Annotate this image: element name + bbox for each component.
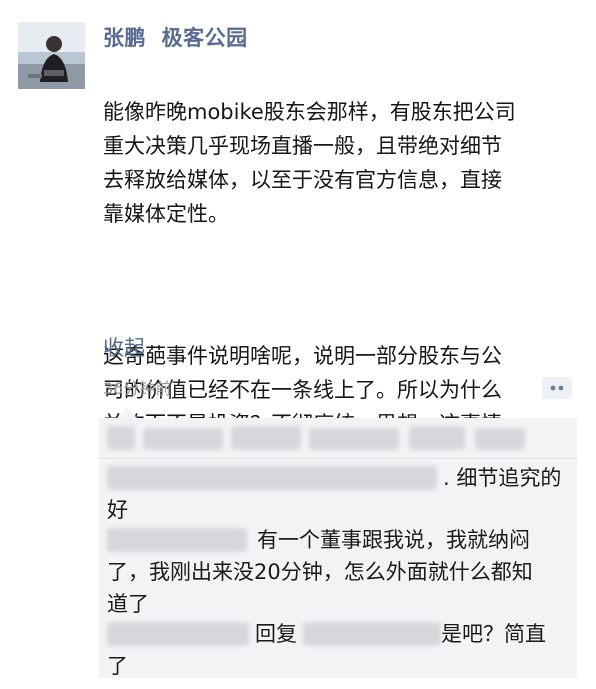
comment-section: . 细节追究的 好 有一个董事跟我说，我就纳闷 了，我刚出来没20分钟，怎么外面… — [99, 408, 577, 678]
comment-item[interactable]: 有一个董事跟我说，我就纳闷 了，我刚出来没20分钟，怎么外面就什么都知 道了 — [107, 524, 569, 620]
comment-text: 了 — [107, 654, 128, 678]
comment-dots-icon[interactable] — [542, 377, 572, 399]
likes-row — [99, 418, 577, 459]
blurred-name — [143, 428, 223, 450]
comment-item[interactable]: 回复 是吧？简直 了 — [107, 618, 569, 682]
blurred-commenter — [107, 622, 249, 646]
comment-dots-glyph — [542, 377, 572, 399]
comment-text: . 细节追究的 — [443, 466, 562, 490]
comment-text: 了，我刚出来没20分钟，怎么外面就什么都知 — [107, 560, 533, 584]
blurred-like-icon — [107, 426, 135, 450]
blurred-name — [231, 426, 301, 450]
blurred-reply-target — [303, 622, 441, 646]
post-timestamp: 36分钟前 — [103, 379, 172, 398]
blurred-name — [309, 428, 399, 450]
blurred-name — [409, 426, 465, 450]
comment-text: 道了 — [107, 592, 149, 616]
avatar-photo — [18, 22, 85, 89]
comment-item[interactable]: . 细节追究的 好 — [107, 462, 569, 526]
reply-label: 回复 — [255, 622, 297, 646]
comment-text: 是吧？简直 — [441, 622, 546, 646]
comment-text: 有一个董事跟我说，我就纳闷 — [257, 528, 530, 552]
blurred-name — [475, 428, 525, 450]
avatar[interactable] — [18, 22, 85, 89]
post-paragraph: 能像昨晚mobike股东会那样，有股东把公司 重大决策几乎现场直播一般，且带绝对… — [103, 100, 516, 226]
blurred-commenter — [107, 466, 437, 490]
collapse-link[interactable]: 收起 — [103, 331, 145, 365]
comment-text: 好 — [107, 498, 128, 522]
blurred-commenter — [107, 528, 247, 552]
author-name[interactable]: 张鹏 极客公园 — [103, 20, 248, 56]
moments-post: 张鹏 极客公园 能像昨晚mobike股东会那样，有股东把公司 重大决策几乎现场直… — [0, 0, 596, 689]
